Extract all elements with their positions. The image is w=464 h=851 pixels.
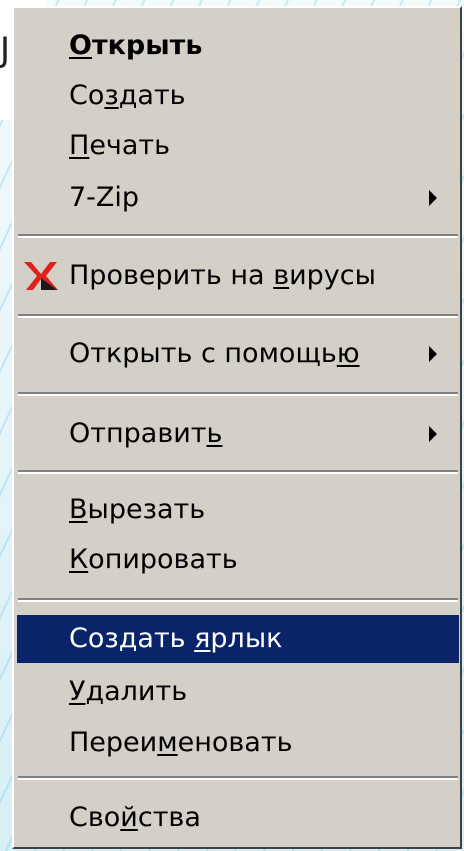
menu-item-copy[interactable]: Копировать [17,536,459,584]
menu-separator [18,470,458,474]
menu-separator [18,776,458,780]
menu-item-properties[interactable]: Свойства [17,794,459,842]
menu-item-cut[interactable]: Вырезать [17,486,459,534]
submenu-arrow-icon [429,346,437,362]
menu-item-open[interactable]: Открыть [17,22,459,70]
menu-item-delete[interactable]: Удалить [17,668,459,716]
kaspersky-icon [24,262,58,290]
menu-item-create[interactable]: Создать [17,72,459,120]
menu-separator [18,314,458,318]
menu-item-scan-viruses[interactable]: Проверить на вирусы [17,252,459,300]
background-text: J [0,30,11,70]
menu-item-rename[interactable]: Переименовать [17,719,459,767]
submenu-arrow-icon [429,190,437,206]
menu-item-print[interactable]: Печать [17,122,459,170]
menu-item-create-shortcut[interactable]: Создать ярлык [17,615,459,663]
menu-separator [18,598,458,602]
menu-separator [18,234,458,238]
submenu-arrow-icon [429,426,437,442]
menu-item-send-to[interactable]: Отправить [17,410,459,458]
menu-item-7zip[interactable]: 7-Zip [17,174,459,222]
menu-separator [18,392,458,396]
menu-item-open-with[interactable]: Открыть с помощью [17,330,459,378]
context-menu: Открыть Создать Печать 7-Zip Проверить н… [12,6,462,849]
